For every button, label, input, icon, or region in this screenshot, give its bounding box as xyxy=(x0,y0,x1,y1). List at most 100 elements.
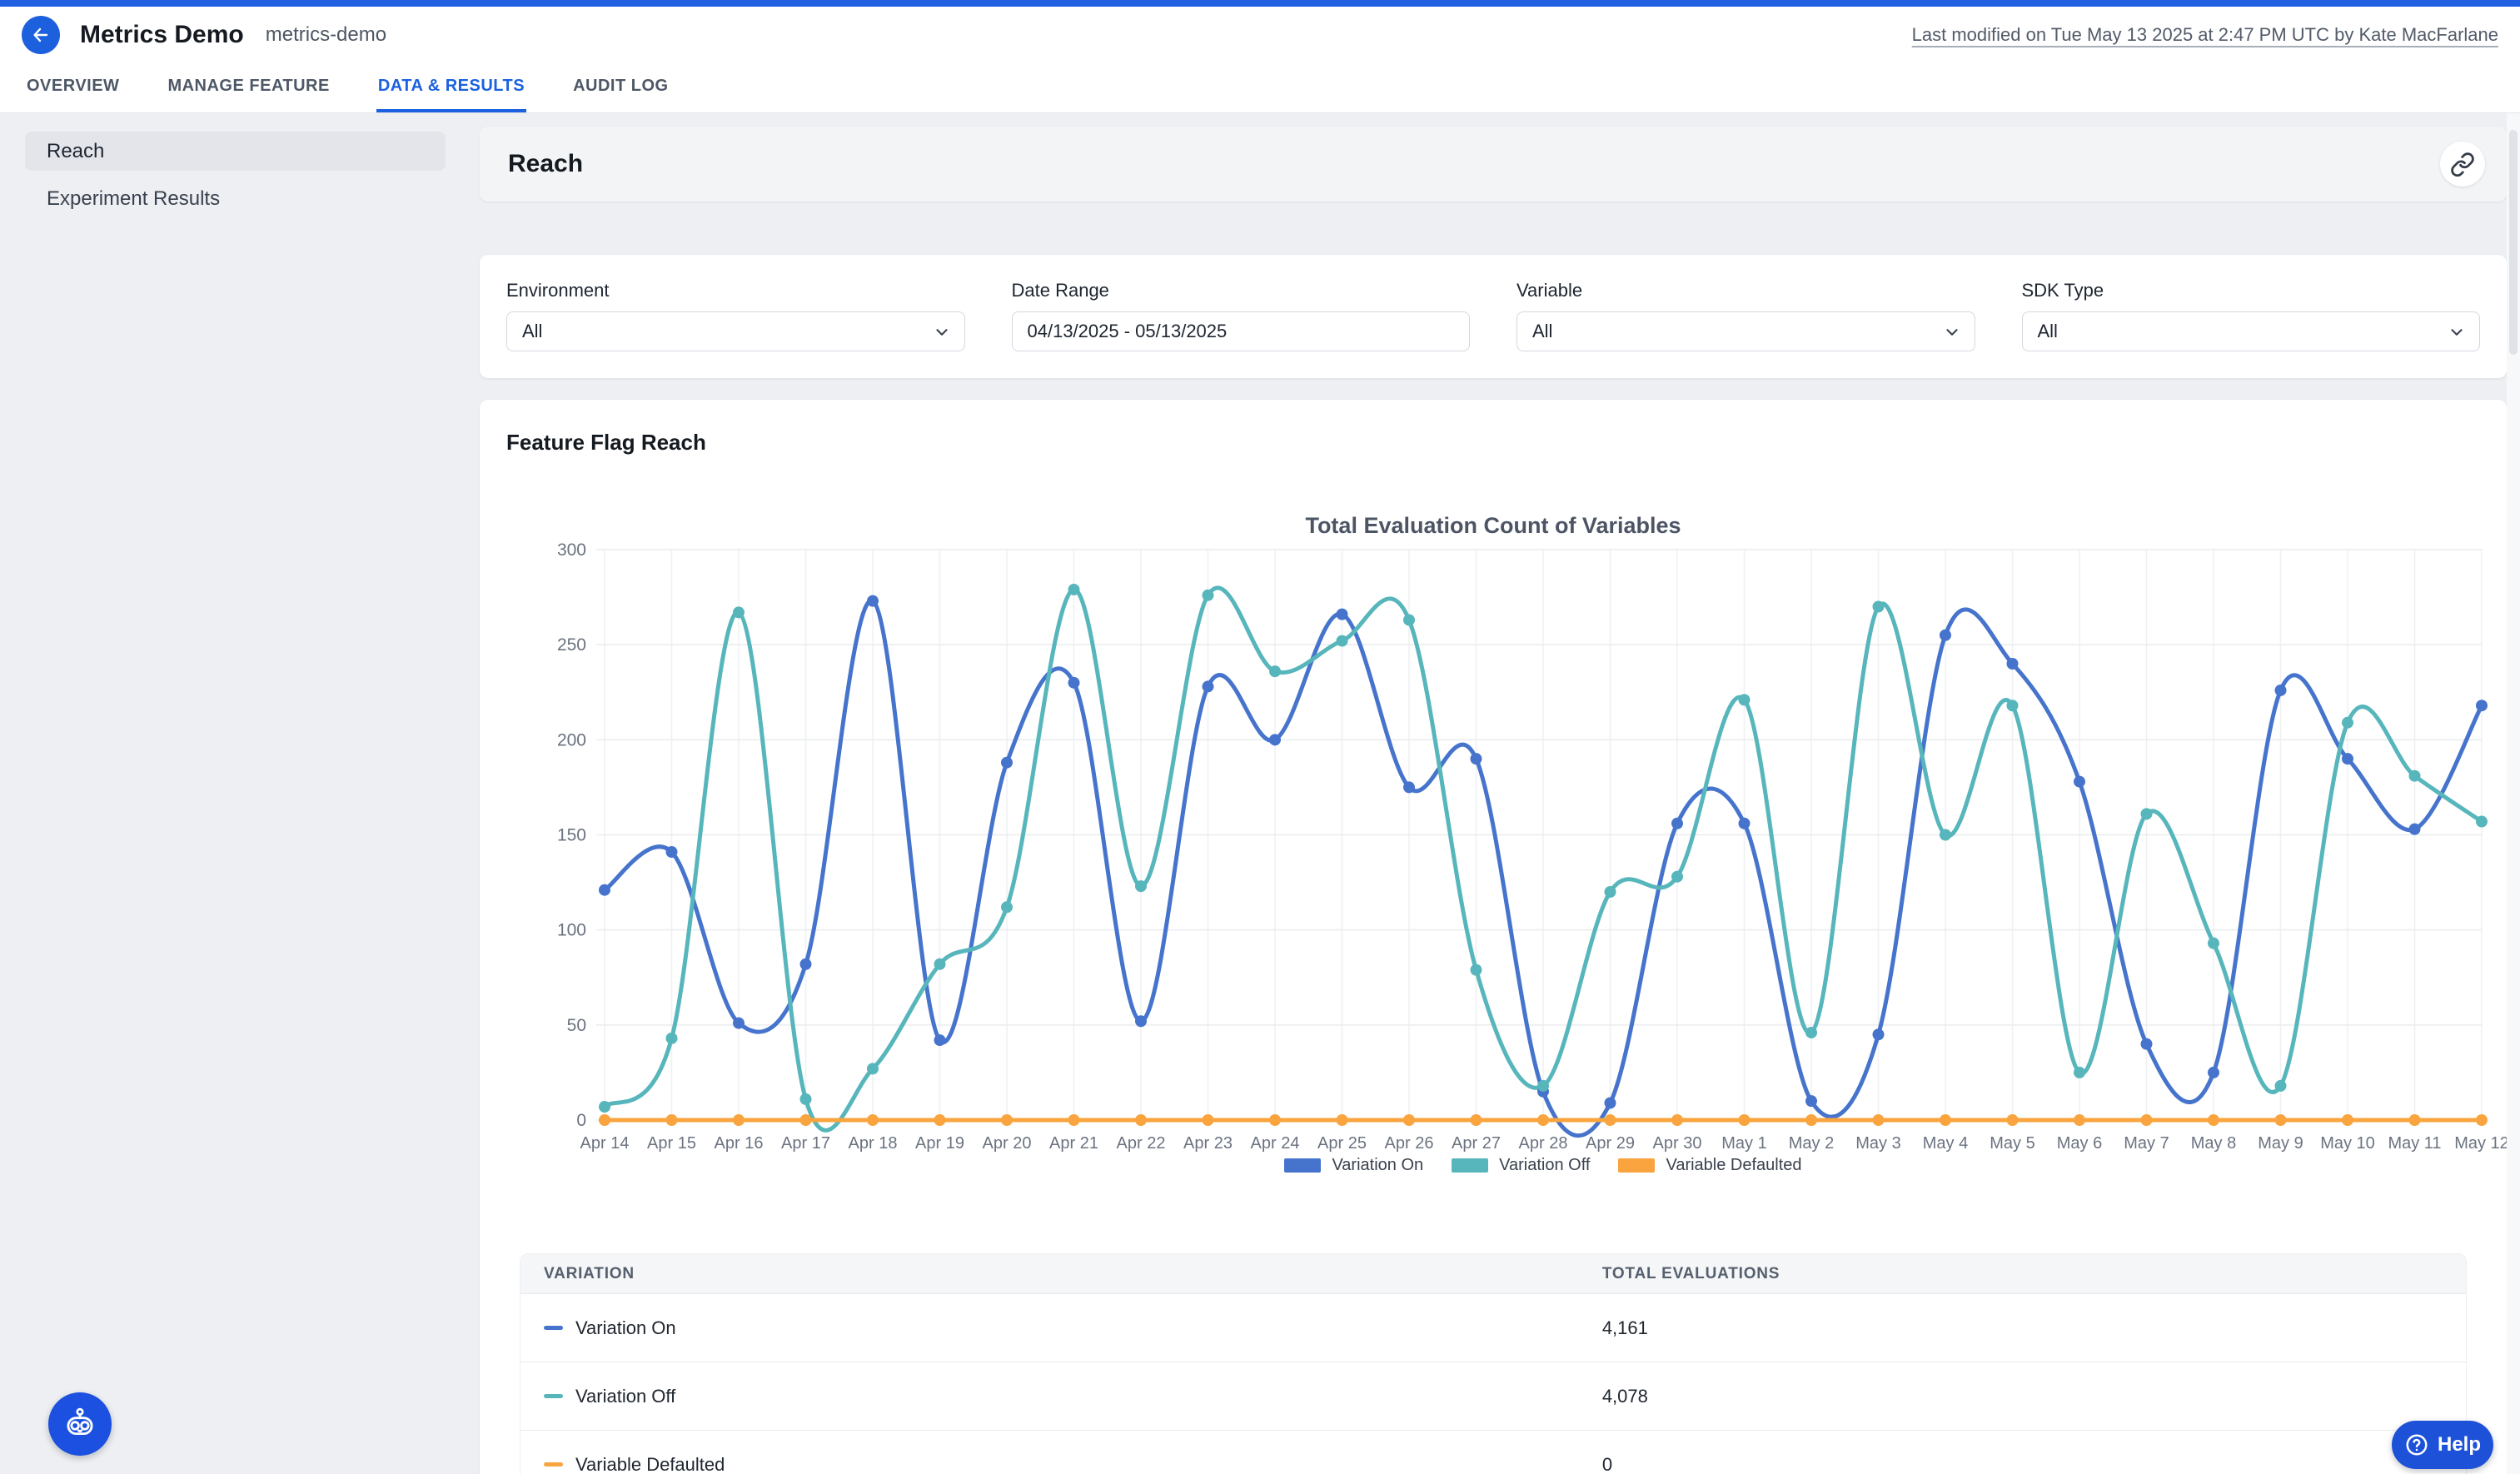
data-point[interactable] xyxy=(2074,776,2085,788)
legend-item-variable-defaulted[interactable]: Variable Defaulted xyxy=(1618,1156,1801,1175)
tab-data-results[interactable]: DATA & RESULTS xyxy=(376,63,526,112)
data-point[interactable] xyxy=(1605,1114,1616,1126)
table-row[interactable]: Variable Defaulted0 xyxy=(520,1431,2466,1474)
data-point[interactable] xyxy=(2141,1038,2153,1050)
data-point[interactable] xyxy=(1671,818,1683,829)
data-point[interactable] xyxy=(2342,1114,2353,1126)
tab-audit-log[interactable]: AUDIT LOG xyxy=(571,63,670,112)
data-point[interactable] xyxy=(1739,818,1751,829)
data-point[interactable] xyxy=(1135,880,1147,892)
sdk-type-select[interactable]: All xyxy=(2022,311,2481,351)
data-point[interactable] xyxy=(1337,1114,1348,1126)
data-point[interactable] xyxy=(1269,1114,1281,1126)
data-point[interactable] xyxy=(2007,700,2019,711)
data-point[interactable] xyxy=(867,1114,879,1126)
data-point[interactable] xyxy=(1671,1114,1683,1126)
data-point[interactable] xyxy=(1203,1114,1214,1126)
sidebar-item-experiment-results[interactable]: Experiment Results xyxy=(25,179,446,218)
data-point[interactable] xyxy=(1671,871,1683,883)
data-point[interactable] xyxy=(1001,1114,1013,1126)
legend-item-variation-off[interactable]: Variation Off xyxy=(1452,1156,1590,1175)
data-point[interactable] xyxy=(1068,584,1080,595)
data-point[interactable] xyxy=(1739,694,1751,705)
data-point[interactable] xyxy=(599,1101,610,1113)
data-point[interactable] xyxy=(2342,717,2353,729)
data-point[interactable] xyxy=(1605,886,1616,898)
data-point[interactable] xyxy=(1203,680,1214,692)
data-point[interactable] xyxy=(1068,1114,1080,1126)
data-point[interactable] xyxy=(2275,1080,2287,1092)
data-point[interactable] xyxy=(1403,781,1415,793)
data-point[interactable] xyxy=(1805,1027,1817,1038)
data-point[interactable] xyxy=(2409,770,2421,782)
data-point[interactable] xyxy=(2007,658,2019,670)
data-point[interactable] xyxy=(599,884,610,896)
data-point[interactable] xyxy=(1471,1114,1482,1126)
data-point[interactable] xyxy=(2275,685,2287,696)
data-point[interactable] xyxy=(1873,601,1885,613)
last-modified-text[interactable]: Last modified on Tue May 13 2025 at 2:47… xyxy=(1912,24,2498,46)
data-point[interactable] xyxy=(1269,734,1281,745)
scrollbar-thumb[interactable] xyxy=(2509,130,2518,355)
data-point[interactable] xyxy=(1805,1095,1817,1107)
data-point[interactable] xyxy=(1739,1114,1751,1126)
data-point[interactable] xyxy=(1403,1114,1415,1126)
data-point[interactable] xyxy=(2476,816,2488,828)
data-point[interactable] xyxy=(1537,1080,1549,1092)
data-point[interactable] xyxy=(2476,700,2488,711)
data-point[interactable] xyxy=(934,1034,946,1046)
data-point[interactable] xyxy=(800,1114,812,1126)
tab-overview[interactable]: OVERVIEW xyxy=(25,63,121,112)
data-point[interactable] xyxy=(1805,1114,1817,1126)
copy-link-button[interactable] xyxy=(2440,142,2485,187)
data-point[interactable] xyxy=(1337,635,1348,647)
table-row[interactable]: Variation On4,161 xyxy=(520,1294,2466,1362)
data-point[interactable] xyxy=(2208,1067,2219,1078)
data-point[interactable] xyxy=(2342,753,2353,764)
data-point[interactable] xyxy=(733,1114,745,1126)
data-point[interactable] xyxy=(800,1093,812,1105)
data-point[interactable] xyxy=(867,1063,879,1074)
data-point[interactable] xyxy=(2074,1114,2085,1126)
data-point[interactable] xyxy=(1940,1114,1951,1126)
data-point[interactable] xyxy=(733,1018,745,1029)
table-row[interactable]: Variation Off4,078 xyxy=(520,1362,2466,1431)
data-point[interactable] xyxy=(1135,1114,1147,1126)
data-point[interactable] xyxy=(1940,829,1951,841)
data-point[interactable] xyxy=(666,1114,678,1126)
data-point[interactable] xyxy=(1537,1114,1549,1126)
data-point[interactable] xyxy=(2275,1114,2287,1126)
data-point[interactable] xyxy=(2208,1114,2219,1126)
data-point[interactable] xyxy=(1471,964,1482,976)
data-point[interactable] xyxy=(800,959,812,970)
data-point[interactable] xyxy=(2409,824,2421,835)
data-point[interactable] xyxy=(666,846,678,858)
legend-item-variation-on[interactable]: Variation On xyxy=(1284,1156,1423,1175)
variable-select[interactable]: All xyxy=(1516,311,1975,351)
data-point[interactable] xyxy=(1940,630,1951,641)
data-point[interactable] xyxy=(934,1114,946,1126)
tab-manage-feature[interactable]: MANAGE FEATURE xyxy=(166,63,331,112)
data-point[interactable] xyxy=(2074,1067,2085,1078)
data-point[interactable] xyxy=(1001,757,1013,769)
help-button[interactable]: Help xyxy=(2392,1421,2493,1469)
date-range-input[interactable]: 04/13/2025 - 05/13/2025 xyxy=(1012,311,1471,351)
data-point[interactable] xyxy=(1269,665,1281,677)
data-point[interactable] xyxy=(2007,1114,2019,1126)
data-point[interactable] xyxy=(1605,1097,1616,1108)
data-point[interactable] xyxy=(1403,614,1415,625)
data-point[interactable] xyxy=(1337,609,1348,620)
data-point[interactable] xyxy=(2141,808,2153,819)
environment-select[interactable]: All xyxy=(506,311,965,351)
data-point[interactable] xyxy=(1873,1028,1885,1040)
back-button[interactable] xyxy=(22,16,60,54)
assistant-button[interactable] xyxy=(48,1392,112,1456)
data-point[interactable] xyxy=(1203,590,1214,601)
data-point[interactable] xyxy=(1135,1015,1147,1027)
data-point[interactable] xyxy=(934,959,946,970)
data-point[interactable] xyxy=(733,606,745,618)
data-point[interactable] xyxy=(2476,1114,2488,1126)
data-point[interactable] xyxy=(1068,677,1080,689)
sidebar-item-reach[interactable]: Reach xyxy=(25,132,446,171)
data-point[interactable] xyxy=(2208,938,2219,949)
